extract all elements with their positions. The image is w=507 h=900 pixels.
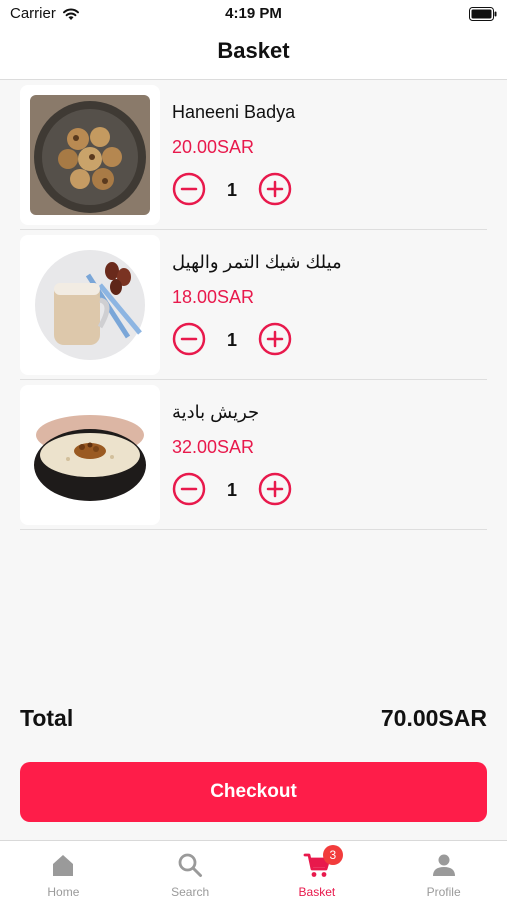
tab-search[interactable]: Search [127,841,254,900]
basket-list: Haneeni Badya 20.00SAR 1 ميلك شيك التمر … [20,80,487,530]
decrease-quantity-button[interactable] [172,172,206,206]
status-bar: Carrier 4:19 PM [0,0,507,30]
date-milkshake-image [35,250,145,360]
cart-count-badge: 3 [322,845,343,865]
item-thumbnail[interactable] [20,385,160,525]
total-row: Total 70.00SAR [20,705,487,735]
nav-header: Basket [0,30,507,80]
increase-quantity-button[interactable] [258,472,292,506]
tab-home[interactable]: Home [0,841,127,900]
quantity-value: 1 [226,330,237,350]
item-price: 18.00SAR [172,287,255,307]
tab-bar: Home Search 3 Basket Profile [0,840,507,900]
page-title: Basket [217,38,290,63]
increase-quantity-button[interactable] [258,172,292,206]
quantity-value: 1 [226,180,237,200]
checkout-button[interactable]: Checkout [20,762,487,822]
item-thumbnail[interactable] [20,235,160,375]
total-value: 70.00SAR [380,705,487,731]
jareesh-bowl-image [30,395,150,515]
tab-label: Profile [426,885,461,899]
tab-label: Basket [298,885,336,899]
status-time: 4:19 PM [225,5,282,22]
basket-item: جريش بادية 32.00SAR 1 [20,380,487,530]
home-icon [53,855,74,876]
decrease-quantity-button[interactable] [172,472,206,506]
increase-quantity-button[interactable] [258,322,292,356]
tab-label: Home [47,885,80,899]
person-icon [432,854,455,876]
item-name: ميلك شيك التمر والهيل [172,252,342,272]
total-label: Total [20,705,74,731]
tab-basket[interactable]: 3 Basket [254,841,381,900]
decrease-quantity-button[interactable] [172,322,206,356]
tab-label: Search [171,885,210,899]
quantity-value: 1 [226,480,237,500]
tab-profile[interactable]: Profile [380,841,507,900]
item-name: جريش بادية [172,402,260,422]
cookies-plate-image [30,95,150,215]
item-name: Haneeni Badya [172,102,296,122]
item-price: 32.00SAR [172,437,255,457]
search-icon [178,853,203,877]
basket-item: Haneeni Badya 20.00SAR 1 [20,80,487,230]
item-price: 20.00SAR [172,137,255,157]
battery-icon [469,7,497,21]
basket-item: ميلك شيك التمر والهيل 18.00SAR 1 [20,230,487,380]
item-thumbnail[interactable] [20,85,160,225]
